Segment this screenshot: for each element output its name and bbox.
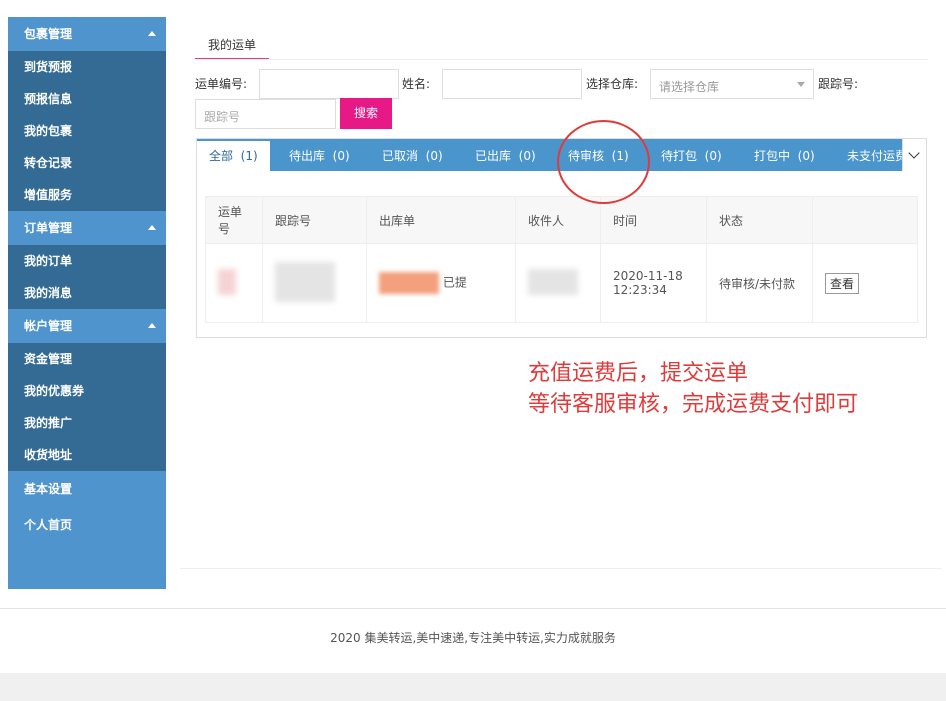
chevron-down-icon [908,147,920,159]
annotation-line-2: 等待客服审核，完成运费支付即可 [528,392,859,417]
table-row: 已提 2020-11-18 12:23:34 待审核/未付款 查看 [205,243,918,323]
cell-waybill-no [205,243,263,323]
cell-action: 查看 [812,243,918,323]
redacted-block [379,272,439,294]
tab-shipped[interactable]: 已出库 (0) [475,139,536,171]
sidebar-item-address[interactable]: 收货地址 [8,439,166,471]
sidebar-item-forecast-info[interactable]: 预报信息 [8,83,166,115]
sidebar: 包裹管理 到货预报 预报信息 我的包裹 转仓记录 增值服务 订单管理 我的订单 … [8,17,166,589]
chevron-down-icon [797,82,805,87]
tab-pending-outbound[interactable]: 待出库 (0) [289,139,350,171]
status-tabbar: 全部 (1) 待出库 (0) 已取消 (0) 已出库 (0) 待审核 (1) 待… [197,139,903,171]
sidebar-item-funds[interactable]: 资金管理 [8,343,166,375]
cell-time: 2020-11-18 12:23:34 [600,243,707,323]
warehouse-placeholder: 请选择仓库 [659,80,720,94]
tab-packing[interactable]: 打包中 (0) [754,139,815,171]
order-no-label: 运单编号: [195,77,248,91]
cell-tracking-no [262,243,367,323]
caret-up-icon [148,225,156,230]
search-button[interactable]: 搜索 [340,98,392,129]
order-no-input[interactable] [259,69,399,99]
view-button[interactable]: 查看 [825,272,860,294]
outbound-status-text: 已提 [442,275,467,290]
sidebar-group-packages[interactable]: 包裹管理 [8,17,166,51]
tracking-placeholder: 跟踪号 [204,110,241,124]
tab-unpaid-freight[interactable]: 未支付运费 [847,139,903,171]
tab-divider [195,59,928,60]
col-time: 时间 [600,196,707,244]
tab-more-button[interactable] [902,139,926,171]
sidebar-item-coupons[interactable]: 我的优惠券 [8,375,166,407]
sidebar-item-value-added[interactable]: 增值服务 [8,179,166,211]
redacted-block [218,268,236,295]
footer-bar [0,673,946,701]
tab-my-waybills[interactable]: 我的运单 [195,32,270,60]
col-action [812,196,918,244]
sidebar-group-orders[interactable]: 订单管理 [8,211,166,245]
name-input[interactable] [442,69,582,99]
waybill-table: 运单号 跟踪号 出库单 收件人 时间 状态 已提 2020-11-18 12:2… [205,196,918,323]
sidebar-item-transfer-records[interactable]: 转仓记录 [8,147,166,179]
col-waybill-no: 运单号 [205,196,263,244]
sidebar-item-my-messages[interactable]: 我的消息 [8,277,166,309]
cell-recipient [515,243,601,323]
tab-pending-pack[interactable]: 待打包 (0) [661,139,722,171]
sidebar-item-basic-settings[interactable]: 基本设置 [8,471,166,507]
col-status: 状态 [706,196,813,244]
sidebar-item-my-orders[interactable]: 我的订单 [8,245,166,277]
main-content: 我的运单 运单编号: 姓名: 选择仓库: 请选择仓库 跟踪号: 跟踪号 搜索 全… [180,17,942,569]
cell-status: 待审核/未付款 [706,243,813,323]
redacted-block [528,268,578,295]
sidebar-item-arrival-forecast[interactable]: 到货预报 [8,51,166,83]
tab-cancelled[interactable]: 已取消 (0) [382,139,443,171]
warehouse-select[interactable]: 请选择仓库 [650,69,814,99]
sidebar-group-account[interactable]: 帐户管理 [8,309,166,343]
name-label: 姓名: [402,77,431,91]
table-header-row: 运单号 跟踪号 出库单 收件人 时间 状态 [205,196,918,244]
warehouse-label: 选择仓库: [586,77,639,91]
sidebar-item-referral[interactable]: 我的推广 [8,407,166,439]
tracking-label: 跟踪号: [818,77,859,91]
sidebar-item-my-packages[interactable]: 我的包裹 [8,115,166,147]
caret-up-icon [148,31,156,36]
col-outbound: 出库单 [366,196,516,244]
sidebar-item-home[interactable]: 个人首页 [8,507,166,543]
annotation-circle [557,120,650,204]
footer: 2020 集美转运,美中速递,专注美中转运,实力成就服务 [0,608,946,673]
cell-outbound: 已提 [366,243,516,323]
caret-up-icon [148,323,156,328]
redacted-block [275,261,335,302]
tab-all[interactable]: 全部 (1) [197,139,270,171]
col-recipient: 收件人 [515,196,601,244]
tracking-input[interactable]: 跟踪号 [195,99,336,129]
annotation-line-1: 充值运费后，提交运单 [528,361,749,386]
col-tracking-no: 跟踪号 [262,196,367,244]
sidebar-filler [8,543,166,589]
